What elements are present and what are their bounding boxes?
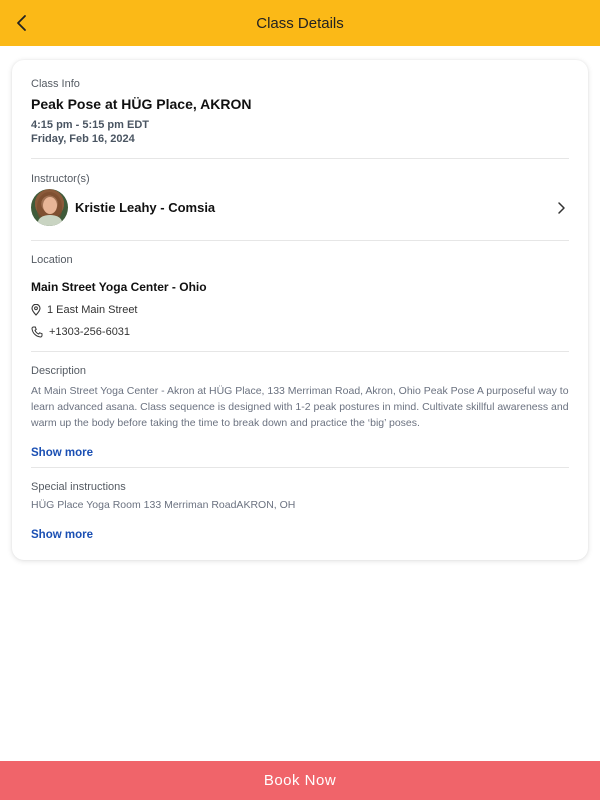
instructor-name: Kristie Leahy - Comsia (75, 200, 216, 215)
description-show-more-link[interactable]: Show more (31, 447, 93, 459)
class-time: 4:15 pm - 5:15 pm EDT (31, 119, 149, 131)
instructor-avatar (31, 189, 68, 226)
special-instructions-text: HÜG Place Yoga Room 133 Merriman RoadAKR… (31, 499, 296, 511)
top-app-bar: Class Details (0, 0, 600, 46)
special-instructions-show-more-link[interactable]: Show more (31, 529, 93, 541)
page-title: Class Details (256, 14, 344, 32)
class-info-label: Class Info (31, 78, 80, 90)
divider (31, 467, 569, 468)
special-instructions-label: Special instructions (31, 481, 126, 493)
instructor-label: Instructor(s) (31, 173, 90, 185)
description-section: Description At Main Street Yoga Center -… (31, 365, 569, 461)
divider (31, 158, 569, 159)
phone-icon (31, 326, 43, 338)
phone-row[interactable]: +1303-256-6031 (31, 326, 569, 338)
divider (31, 240, 569, 241)
location-label: Location (31, 254, 73, 266)
class-title: Peak Pose at HÜG Place, AKRON (31, 96, 252, 112)
instructor-section: Instructor(s) Kristie Leahy - Comsia (31, 173, 569, 226)
chevron-right-icon (558, 201, 565, 214)
map-pin-icon (31, 304, 41, 316)
location-section: Location Main Street Yoga Center - Ohio … (31, 254, 569, 338)
chevron-left-icon (17, 15, 26, 31)
book-now-button[interactable]: Book Now (0, 761, 600, 800)
class-details-card: Class Info Peak Pose at HÜG Place, AKRON… (12, 60, 588, 560)
class-date: Friday, Feb 16, 2024 (31, 133, 135, 145)
description-label: Description (31, 365, 87, 377)
address-row[interactable]: 1 East Main Street (31, 304, 569, 316)
location-phone: +1303-256-6031 (49, 326, 131, 338)
special-instructions-section: Special instructions HÜG Place Yoga Room… (31, 481, 569, 543)
class-info-section: Class Info Peak Pose at HÜG Place, AKRON… (31, 78, 569, 145)
location-address: 1 East Main Street (47, 304, 138, 316)
divider (31, 351, 569, 352)
location-name: Main Street Yoga Center - Ohio (31, 280, 207, 294)
back-button[interactable] (6, 7, 38, 39)
instructor-row[interactable]: Kristie Leahy - Comsia (31, 189, 569, 226)
description-text: At Main Street Yoga Center - Akron at HÜ… (31, 385, 569, 429)
